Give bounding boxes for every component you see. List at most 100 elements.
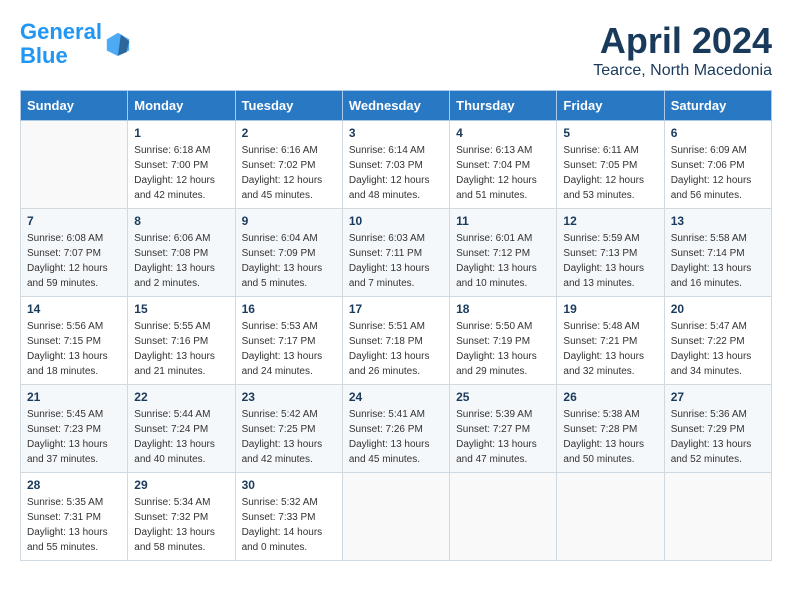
- day-info: Sunrise: 5:32 AMSunset: 7:33 PMDaylight:…: [242, 495, 336, 555]
- day-info: Sunrise: 5:56 AMSunset: 7:15 PMDaylight:…: [27, 319, 121, 379]
- day-number: 15: [134, 302, 228, 316]
- calendar-cell: 22Sunrise: 5:44 AMSunset: 7:24 PMDayligh…: [128, 385, 235, 473]
- day-number: 1: [134, 126, 228, 140]
- calendar-cell: 13 Sunrise: 5:58 AMSunset: 7:14 PMDayligh…: [664, 209, 771, 297]
- day-number: 25: [456, 390, 550, 404]
- day-info: Sunrise: 6:09 AMSunset: 7:06 PMDaylight:…: [671, 143, 765, 203]
- calendar-cell: 15 Sunrise: 5:55 AMSunset: 7:16 PMDayligh…: [128, 297, 235, 385]
- calendar-cell: 27 Sunrise: 5:36 AMSunset: 7:29 PMDayligh…: [664, 385, 771, 473]
- day-number: 16: [242, 302, 336, 316]
- logo: GeneralBlue: [20, 20, 132, 68]
- day-info: Sunrise: 6:04 AMSunset: 7:09 PMDaylight:…: [242, 231, 336, 291]
- day-number: 22: [134, 390, 228, 404]
- calendar-cell: 26 Sunrise: 5:38 AMSunset: 7:28 PMDayligh…: [557, 385, 664, 473]
- weekday-header-saturday: Saturday: [664, 91, 771, 121]
- day-info: Sunrise: 5:41 AMSunset: 7:26 PMDaylight:…: [349, 407, 443, 467]
- calendar-cell: 25 Sunrise: 5:39 AMSunset: 7:27 PMDayligh…: [450, 385, 557, 473]
- day-number: 18: [456, 302, 550, 316]
- weekday-header-wednesday: Wednesday: [342, 91, 449, 121]
- calendar-cell: 1 Sunrise: 6:18 AMSunset: 7:00 PMDaylight…: [128, 121, 235, 209]
- logo-text: GeneralBlue: [20, 20, 102, 68]
- calendar-cell: [557, 473, 664, 561]
- calendar-cell: 8 Sunrise: 6:06 AMSunset: 7:08 PMDaylight…: [128, 209, 235, 297]
- calendar-cell: 6 Sunrise: 6:09 AMSunset: 7:06 PMDaylight…: [664, 121, 771, 209]
- day-info: Sunrise: 5:58 AMSunset: 7:14 PMDaylight:…: [671, 231, 765, 291]
- calendar-cell: 14 Sunrise: 5:56 AMSunset: 7:15 PMDayligh…: [21, 297, 128, 385]
- calendar-cell: 28 Sunrise: 5:35 AMSunset: 7:31 PMDayligh…: [21, 473, 128, 561]
- day-number: 28: [27, 478, 121, 492]
- calendar-cell: 30 Sunrise: 5:32 AMSunset: 7:33 PMDayligh…: [235, 473, 342, 561]
- day-number: 20: [671, 302, 765, 316]
- calendar-cell: 2Sunrise: 6:16 AMSunset: 7:02 PMDaylight…: [235, 121, 342, 209]
- day-number: 8: [134, 214, 228, 228]
- calendar-table: SundayMondayTuesdayWednesdayThursdayFrid…: [20, 90, 772, 561]
- day-number: 19: [563, 302, 657, 316]
- weekday-header-thursday: Thursday: [450, 91, 557, 121]
- page-header: GeneralBlue April 2024 Tearce, North Mac…: [20, 20, 772, 80]
- day-number: 23: [242, 390, 336, 404]
- title-block: April 2024 Tearce, North Macedonia: [593, 20, 772, 80]
- calendar-cell: [342, 473, 449, 561]
- day-number: 13: [671, 214, 765, 228]
- day-info: Sunrise: 5:38 AMSunset: 7:28 PMDaylight:…: [563, 407, 657, 467]
- calendar-cell: 24 Sunrise: 5:41 AMSunset: 7:26 PMDayligh…: [342, 385, 449, 473]
- calendar-week-row: 14 Sunrise: 5:56 AMSunset: 7:15 PMDayligh…: [21, 297, 772, 385]
- page-subtitle: Tearce, North Macedonia: [593, 62, 772, 80]
- day-info: Sunrise: 5:55 AMSunset: 7:16 PMDaylight:…: [134, 319, 228, 379]
- day-number: 30: [242, 478, 336, 492]
- day-number: 3: [349, 126, 443, 140]
- calendar-week-row: 1 Sunrise: 6:18 AMSunset: 7:00 PMDaylight…: [21, 121, 772, 209]
- calendar-cell: 18 Sunrise: 5:50 AMSunset: 7:19 PMDayligh…: [450, 297, 557, 385]
- calendar-cell: 17Sunrise: 5:51 AMSunset: 7:18 PMDayligh…: [342, 297, 449, 385]
- day-info: Sunrise: 5:42 AMSunset: 7:25 PMDaylight:…: [242, 407, 336, 467]
- day-info: Sunrise: 5:36 AMSunset: 7:29 PMDaylight:…: [671, 407, 765, 467]
- weekday-header-friday: Friday: [557, 91, 664, 121]
- day-info: Sunrise: 6:06 AMSunset: 7:08 PMDaylight:…: [134, 231, 228, 291]
- day-info: Sunrise: 6:16 AMSunset: 7:02 PMDaylight:…: [242, 143, 336, 203]
- day-number: 27: [671, 390, 765, 404]
- day-number: 6: [671, 126, 765, 140]
- calendar-cell: 7Sunrise: 6:08 AMSunset: 7:07 PMDaylight…: [21, 209, 128, 297]
- day-info: Sunrise: 6:14 AMSunset: 7:03 PMDaylight:…: [349, 143, 443, 203]
- day-number: 26: [563, 390, 657, 404]
- calendar-cell: [21, 121, 128, 209]
- day-info: Sunrise: 6:11 AMSunset: 7:05 PMDaylight:…: [563, 143, 657, 203]
- day-number: 12: [563, 214, 657, 228]
- day-info: Sunrise: 5:39 AMSunset: 7:27 PMDaylight:…: [456, 407, 550, 467]
- day-info: Sunrise: 5:59 AMSunset: 7:13 PMDaylight:…: [563, 231, 657, 291]
- calendar-cell: 9 Sunrise: 6:04 AMSunset: 7:09 PMDaylight…: [235, 209, 342, 297]
- calendar-cell: 23 Sunrise: 5:42 AMSunset: 7:25 PMDayligh…: [235, 385, 342, 473]
- calendar-week-row: 7Sunrise: 6:08 AMSunset: 7:07 PMDaylight…: [21, 209, 772, 297]
- day-number: 17: [349, 302, 443, 316]
- calendar-week-row: 28 Sunrise: 5:35 AMSunset: 7:31 PMDayligh…: [21, 473, 772, 561]
- day-info: Sunrise: 5:50 AMSunset: 7:19 PMDaylight:…: [456, 319, 550, 379]
- weekday-header-row: SundayMondayTuesdayWednesdayThursdayFrid…: [21, 91, 772, 121]
- calendar-cell: 3 Sunrise: 6:14 AMSunset: 7:03 PMDaylight…: [342, 121, 449, 209]
- calendar-cell: 19 Sunrise: 5:48 AMSunset: 7:21 PMDayligh…: [557, 297, 664, 385]
- day-number: 9: [242, 214, 336, 228]
- day-info: Sunrise: 5:45 AMSunset: 7:23 PMDaylight:…: [27, 407, 121, 467]
- day-info: Sunrise: 5:47 AMSunset: 7:22 PMDaylight:…: [671, 319, 765, 379]
- day-info: Sunrise: 5:35 AMSunset: 7:31 PMDaylight:…: [27, 495, 121, 555]
- day-info: Sunrise: 5:48 AMSunset: 7:21 PMDaylight:…: [563, 319, 657, 379]
- calendar-cell: 20 Sunrise: 5:47 AMSunset: 7:22 PMDayligh…: [664, 297, 771, 385]
- day-number: 10: [349, 214, 443, 228]
- calendar-cell: 29Sunrise: 5:34 AMSunset: 7:32 PMDayligh…: [128, 473, 235, 561]
- calendar-cell: 5 Sunrise: 6:11 AMSunset: 7:05 PMDaylight…: [557, 121, 664, 209]
- page-title: April 2024: [593, 20, 772, 62]
- calendar-cell: 10Sunrise: 6:03 AMSunset: 7:11 PMDayligh…: [342, 209, 449, 297]
- day-number: 29: [134, 478, 228, 492]
- day-number: 24: [349, 390, 443, 404]
- day-number: 7: [27, 214, 121, 228]
- calendar-cell: [450, 473, 557, 561]
- weekday-header-tuesday: Tuesday: [235, 91, 342, 121]
- day-info: Sunrise: 6:13 AMSunset: 7:04 PMDaylight:…: [456, 143, 550, 203]
- weekday-header-sunday: Sunday: [21, 91, 128, 121]
- day-info: Sunrise: 6:18 AMSunset: 7:00 PMDaylight:…: [134, 143, 228, 203]
- calendar-cell: 11Sunrise: 6:01 AMSunset: 7:12 PMDayligh…: [450, 209, 557, 297]
- logo-icon: [104, 30, 132, 58]
- day-number: 14: [27, 302, 121, 316]
- calendar-cell: [664, 473, 771, 561]
- day-info: Sunrise: 6:01 AMSunset: 7:12 PMDaylight:…: [456, 231, 550, 291]
- day-number: 5: [563, 126, 657, 140]
